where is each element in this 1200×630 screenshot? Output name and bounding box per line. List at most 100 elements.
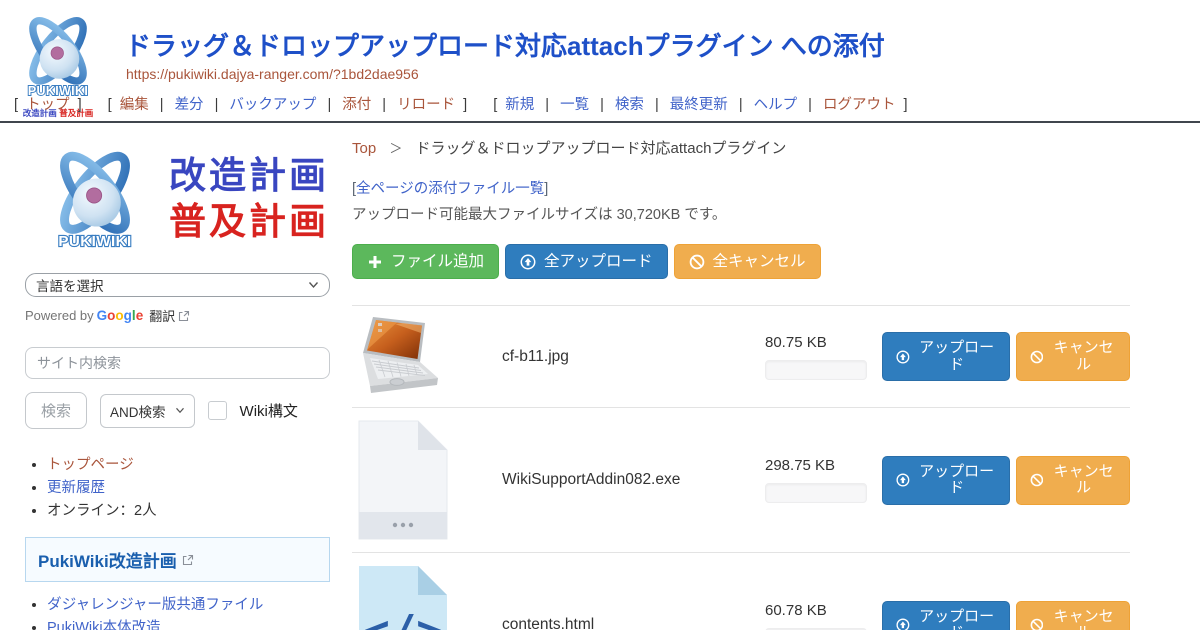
file-row: WikiSupportAddin082.exe 298.75 KB アップロード (352, 407, 1130, 552)
external-link-icon (182, 554, 194, 566)
upload-circle-icon (896, 472, 910, 488)
file-name: cf-b11.jpg (502, 348, 765, 366)
upload-button[interactable]: アップロード (882, 456, 1010, 505)
list-item: オンライン：2人 (47, 501, 330, 523)
plus-icon (367, 254, 383, 270)
nav-separator: | (160, 97, 164, 113)
file-size: 60.78 KB (765, 602, 882, 619)
max-file-size-note: アップロード可能最大ファイルサイズは 30,720KB です。 (352, 203, 1130, 224)
nav-top-link[interactable]: トップ (26, 97, 70, 113)
nav-group-top: [ トップ ] (10, 97, 90, 113)
pukiwiki-atom-icon: PUKIWIKI (14, 6, 102, 106)
top-navigation: [ トップ ] [ 編集 | 差分 | バックアップ | 添付 | リロード ]… (10, 93, 926, 114)
ban-circle-icon (689, 254, 705, 270)
nav-separator: | (655, 97, 659, 113)
ban-circle-icon (1030, 472, 1044, 488)
file-size-block: 298.75 KB (765, 457, 882, 503)
sidebar-menu-links: ダジャレンジャー版共通ファイル PukiWiki本体改造 PukiWikiテキス… (25, 595, 330, 630)
page-url-link[interactable]: https://pukiwiki.dajya-ranger.com/?1bd2d… (126, 66, 419, 82)
upload-progress-bar (765, 483, 867, 503)
external-link-icon (178, 310, 190, 322)
cancel-all-button[interactable]: 全キャンセル (674, 244, 821, 279)
nav-separator: | (739, 97, 743, 113)
language-select-value: 言語を選択 (36, 275, 104, 295)
wiki-syntax-label: Wiki構文 (240, 400, 298, 421)
search-controls: 検索 AND検索 Wiki構文 (25, 392, 330, 429)
pukiwiki-atom-icon: PUKIWIKI (25, 143, 165, 255)
generic-file-icon (352, 419, 449, 541)
file-row: cf-b11.jpg 80.75 KB アップロード (352, 305, 1130, 407)
search-button[interactable]: 検索 (25, 392, 87, 429)
wiki-syntax-checkbox[interactable] (208, 401, 227, 420)
translate-link[interactable]: 翻訳 (149, 306, 175, 325)
nav-reload-link[interactable]: リロード (397, 97, 455, 113)
site-search-input[interactable] (25, 347, 330, 379)
sidebar-item-top-page[interactable]: トップページ (47, 457, 134, 473)
upload-button[interactable]: アップロード (882, 601, 1010, 630)
nav-attach-link[interactable]: 添付 (342, 97, 371, 113)
upload-toolbar: ファイル追加 全アップロード 全キャンセル (352, 244, 1130, 279)
ban-circle-icon (1030, 349, 1044, 365)
file-size-block: 60.78 KB (765, 602, 882, 630)
list-item: 更新履歴 (47, 478, 330, 500)
google-translate-attribution: Powered by Google 翻訳 (25, 306, 330, 325)
breadcrumb-home-link[interactable]: Top (352, 140, 376, 157)
add-files-button[interactable]: ファイル追加 (352, 244, 499, 279)
file-row-actions: アップロード キャンセル (882, 601, 1130, 630)
breadcrumb-current: ドラッグ＆ドロップアップロード対応attachプラグイン (416, 140, 787, 157)
nav-new-link[interactable]: 新規 (505, 97, 534, 113)
sidebar-item-core-mod[interactable]: PukiWiki本体改造 (47, 620, 161, 630)
nav-list-link[interactable]: 一覧 (560, 97, 589, 113)
attach-list-line: [全ページの添付ファイル一覧] (352, 177, 1130, 198)
file-row: </> contents.html 60.78 KB アップロード (352, 552, 1130, 630)
cancel-button[interactable]: キャンセル (1016, 456, 1130, 505)
file-name: contents.html (502, 616, 765, 630)
file-size: 80.75 KB (765, 334, 882, 351)
breadcrumb: Top ＞ ドラッグ＆ドロップアップロード対応attachプラグイン (352, 137, 1130, 158)
nav-separator: | (545, 97, 549, 113)
search-mode-select[interactable]: AND検索 (100, 394, 195, 428)
list-item: PukiWiki本体改造 (47, 618, 330, 630)
sidebar-item-update-history[interactable]: 更新履歴 (47, 480, 105, 496)
sidebar-site-logo[interactable]: PUKIWIKI 改造計画 普及計画 (25, 143, 330, 255)
nav-search-link[interactable]: 検索 (615, 97, 644, 113)
google-logo: Google (97, 308, 144, 323)
nav-edit-link[interactable]: 編集 (120, 97, 149, 113)
nav-help-link[interactable]: ヘルプ (754, 97, 798, 113)
nav-diff-link[interactable]: 差分 (175, 97, 204, 113)
nav-separator: | (600, 97, 604, 113)
file-size-block: 80.75 KB (765, 334, 882, 380)
ban-circle-icon (1030, 617, 1044, 630)
sidebar-quick-links: トップページ 更新履歴 オンライン：2人 (25, 455, 330, 522)
file-name: WikiSupportAddin082.exe (502, 471, 765, 489)
upload-all-button[interactable]: 全アップロード (505, 244, 668, 279)
upload-file-list: cf-b11.jpg 80.75 KB アップロード (352, 305, 1130, 630)
nav-separator: | (327, 97, 331, 113)
nav-separator: | (382, 97, 386, 113)
file-size: 298.75 KB (765, 457, 882, 474)
svg-text:</>: </> (363, 606, 442, 630)
file-row-actions: アップロード キャンセル (882, 456, 1130, 505)
cancel-button[interactable]: キャンセル (1016, 332, 1130, 381)
all-pages-attach-list-link[interactable]: 全ページの添付ファイル一覧 (356, 181, 544, 197)
laptop-photo-thumbnail (352, 315, 443, 399)
nav-separator: | (215, 97, 219, 113)
upload-progress-bar (765, 360, 867, 380)
site-logo-text: 改造計画 普及計画 (169, 153, 329, 246)
list-item: トップページ (47, 455, 330, 477)
main-content: Top ＞ ドラッグ＆ドロップアップロード対応attachプラグイン [全ページ… (350, 123, 1200, 630)
cancel-button[interactable]: キャンセル (1016, 601, 1130, 630)
sidebar-project-banner[interactable]: PukiWiki改造計画 (25, 537, 330, 582)
sidebar-item-common-files[interactable]: ダジャレンジャー版共通ファイル (47, 597, 263, 613)
nav-recent-link[interactable]: 最終更新 (670, 97, 728, 113)
breadcrumb-separator: ＞ (389, 141, 402, 156)
upload-button[interactable]: アップロード (882, 332, 1010, 381)
language-select[interactable]: 言語を選択 (25, 273, 330, 297)
page-title: ドラッグ＆ドロップアップロード対応attachプラグイン への添付 (125, 26, 885, 63)
nav-backup-link[interactable]: バックアップ (229, 97, 316, 113)
page-header: PUKIWIKI 改造計画 普及計画 ドラッグ＆ドロップアップロード対応atta… (0, 0, 1200, 123)
upload-circle-icon (896, 349, 910, 365)
upload-circle-icon (896, 617, 910, 630)
nav-logout-link[interactable]: ログアウト (823, 97, 896, 113)
chevron-down-icon (308, 281, 319, 289)
